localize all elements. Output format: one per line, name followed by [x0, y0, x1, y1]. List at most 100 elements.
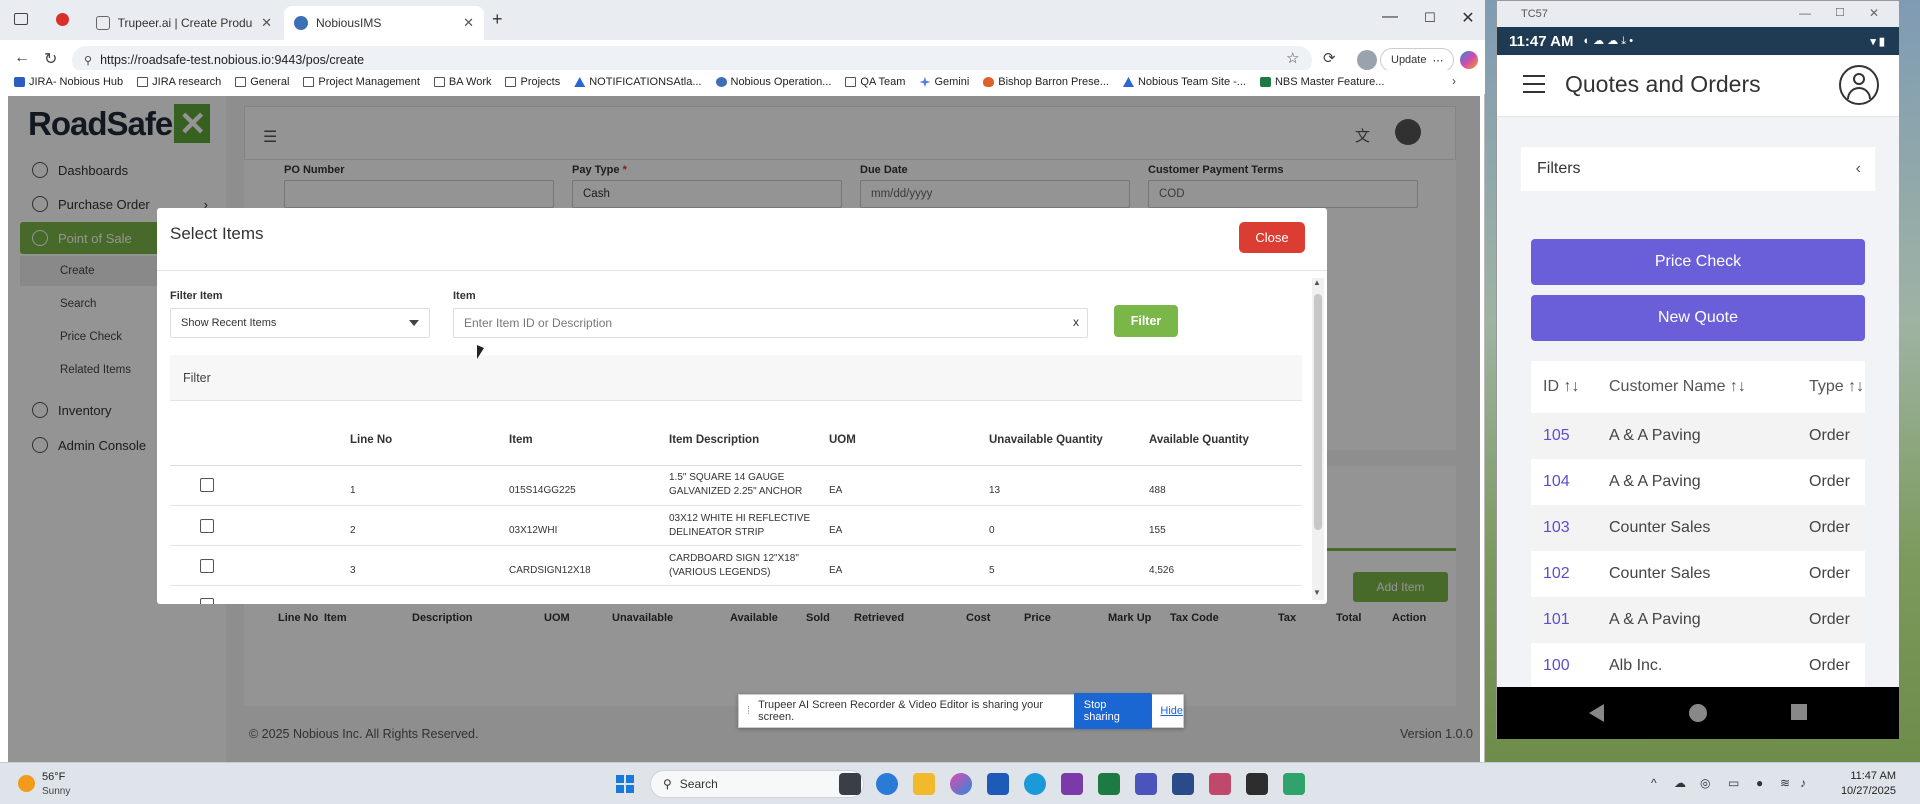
- bookmark-notifications[interactable]: NOTIFICATIONSAtla...: [574, 76, 702, 88]
- cell-id[interactable]: 103: [1543, 519, 1570, 537]
- volume-icon[interactable]: ♪: [1800, 776, 1806, 790]
- bookmark-projects[interactable]: Projects: [505, 76, 560, 88]
- teams-icon[interactable]: [1135, 773, 1157, 795]
- close-tab-icon[interactable]: ✕: [261, 15, 272, 31]
- col-header-uom[interactable]: UOM: [829, 434, 856, 446]
- modal-scroll-thumb[interactable]: [1314, 294, 1322, 530]
- drag-handle-icon[interactable]: ⁞: [747, 705, 750, 717]
- maximize-icon[interactable]: ☐: [1835, 6, 1845, 19]
- profile-avatar[interactable]: [1357, 50, 1377, 70]
- store-icon[interactable]: [987, 773, 1009, 795]
- windows-start-icon[interactable]: [616, 775, 635, 794]
- row-checkbox[interactable]: [200, 519, 214, 533]
- new-tab-icon[interactable]: +: [492, 9, 503, 30]
- tab-trupeer[interactable]: Trupeer.ai | Create Product Video ✕: [86, 6, 282, 40]
- bookmark-project-management[interactable]: Project Management: [303, 76, 420, 88]
- task-view-icon[interactable]: [839, 773, 861, 795]
- android-studio-icon[interactable]: [1283, 773, 1305, 795]
- taskbar-search[interactable]: ⚲ Search: [650, 770, 864, 798]
- clock-time[interactable]: 11:47 AM: [1820, 770, 1896, 782]
- user-profile-icon[interactable]: [1839, 65, 1879, 105]
- table-row[interactable]: 100 Alb Inc. Order: [1531, 643, 1865, 689]
- table-row[interactable]: 105 A & A Paving Order: [1531, 413, 1865, 459]
- bookmark-nobious-operation[interactable]: Nobious Operation...: [715, 76, 831, 88]
- sidebar-toggle-icon[interactable]: [14, 13, 28, 25]
- window-close-icon[interactable]: ✕: [1448, 8, 1488, 28]
- record-icon[interactable]: [56, 13, 69, 26]
- refresh-icon[interactable]: ↻: [44, 49, 57, 69]
- snipping-tool-icon[interactable]: [1209, 773, 1231, 795]
- bookmark-jira-hub[interactable]: JIRA- Nobious Hub: [14, 76, 123, 88]
- row-checkbox[interactable]: [200, 559, 214, 573]
- back-triangle-icon[interactable]: [1589, 704, 1604, 722]
- col-header-item-description[interactable]: Item Description: [669, 434, 759, 446]
- meet-icon[interactable]: ◎: [1700, 776, 1710, 790]
- col-header-line-no[interactable]: Line No: [350, 434, 392, 446]
- onedrive-icon[interactable]: ☁: [1674, 776, 1686, 790]
- outlook-icon[interactable]: [876, 773, 898, 795]
- bookmark-nbs-master[interactable]: NBS Master Feature...: [1259, 76, 1384, 88]
- table-row[interactable]: 102 Counter Sales Order: [1531, 551, 1865, 597]
- cell-id[interactable]: 100: [1543, 657, 1570, 675]
- bookmarks-more-icon[interactable]: ›: [1452, 74, 1456, 88]
- back-icon[interactable]: ←: [14, 49, 30, 67]
- close-tab-icon[interactable]: ✕: [463, 15, 474, 31]
- window-close-icon[interactable]: ✕: [1869, 6, 1879, 20]
- chevron-up-icon[interactable]: ^: [1651, 776, 1657, 790]
- bookmark-team-site[interactable]: Nobious Team Site -...: [1122, 76, 1246, 88]
- clear-search-button[interactable]: x: [1073, 315, 1079, 329]
- col-header-unavailable-qty[interactable]: Unavailable Quantity: [989, 434, 1103, 446]
- col-header-type[interactable]: Type ↑↓: [1809, 361, 1864, 413]
- onenote-icon[interactable]: [1061, 773, 1083, 795]
- scroll-down-icon[interactable]: ▼: [1313, 588, 1321, 597]
- stop-sharing-button[interactable]: Stop sharing: [1073, 693, 1153, 729]
- site-info-icon[interactable]: ⚲: [84, 54, 92, 67]
- filters-panel[interactable]: Filters ‹: [1521, 147, 1875, 191]
- filter-item-select[interactable]: Show Recent Items: [170, 308, 430, 338]
- table-row[interactable]: 103 Counter Sales Order: [1531, 505, 1865, 551]
- filter-panel-header[interactable]: Filter: [170, 355, 1302, 401]
- row-checkbox[interactable]: [200, 598, 214, 604]
- minimize-icon[interactable]: —: [1370, 8, 1410, 26]
- edge-icon[interactable]: [1024, 773, 1046, 795]
- col-header-available-qty[interactable]: Available Quantity: [1149, 434, 1249, 446]
- home-circle-icon[interactable]: [1689, 704, 1707, 722]
- maximize-icon[interactable]: ☐: [1410, 10, 1450, 26]
- extensions-icon[interactable]: ⟳: [1323, 49, 1336, 67]
- file-explorer-icon[interactable]: [913, 773, 935, 795]
- bookmark-jira-research[interactable]: JIRA research: [137, 76, 221, 88]
- sun-icon[interactable]: [18, 775, 35, 792]
- bookmark-general[interactable]: General: [235, 76, 289, 88]
- row-checkbox[interactable]: [200, 478, 214, 492]
- tab-nobiousims[interactable]: NobiousIMS ✕: [284, 6, 484, 40]
- filter-button[interactable]: Filter: [1114, 305, 1178, 337]
- new-quote-button[interactable]: New Quote: [1531, 295, 1865, 341]
- bookmark-qa-team[interactable]: QA Team: [845, 76, 905, 88]
- table-row[interactable]: 104 A & A Paving Order: [1531, 459, 1865, 505]
- display-icon[interactable]: ▭: [1728, 776, 1739, 790]
- hide-link[interactable]: Hide: [1160, 705, 1183, 717]
- minimize-icon[interactable]: —: [1799, 6, 1811, 20]
- col-header-item[interactable]: Item: [509, 434, 533, 446]
- price-check-button[interactable]: Price Check: [1531, 239, 1865, 285]
- close-button[interactable]: Close: [1239, 222, 1305, 253]
- cell-id[interactable]: 104: [1543, 473, 1570, 491]
- cell-id[interactable]: 101: [1543, 611, 1570, 629]
- favorite-star-icon[interactable]: ☆: [1286, 49, 1299, 67]
- microphone-icon[interactable]: ●: [1756, 776, 1763, 790]
- bookmark-bishop-barron[interactable]: Bishop Barron Prese...: [983, 76, 1109, 88]
- table-row[interactable]: 101 A & A Paving Order: [1531, 597, 1865, 643]
- clock-date[interactable]: 10/27/2025: [1820, 785, 1896, 797]
- cell-id[interactable]: 105: [1543, 427, 1570, 445]
- terminal-icon[interactable]: [1246, 773, 1268, 795]
- copilot-icon[interactable]: [1460, 51, 1478, 69]
- cell-id[interactable]: 102: [1543, 565, 1570, 583]
- visual-studio-icon[interactable]: [1172, 773, 1194, 795]
- hamburger-icon[interactable]: [1523, 75, 1545, 99]
- bookmark-ba-work[interactable]: BA Work: [433, 76, 491, 88]
- col-header-customer-name[interactable]: Customer Name ↑↓: [1609, 361, 1746, 413]
- weather-temperature[interactable]: 56°F: [42, 771, 65, 783]
- item-search-input[interactable]: Enter Item ID or Description: [453, 308, 1088, 338]
- col-header-id[interactable]: ID ↑↓: [1543, 361, 1579, 413]
- excel-icon[interactable]: [1098, 773, 1120, 795]
